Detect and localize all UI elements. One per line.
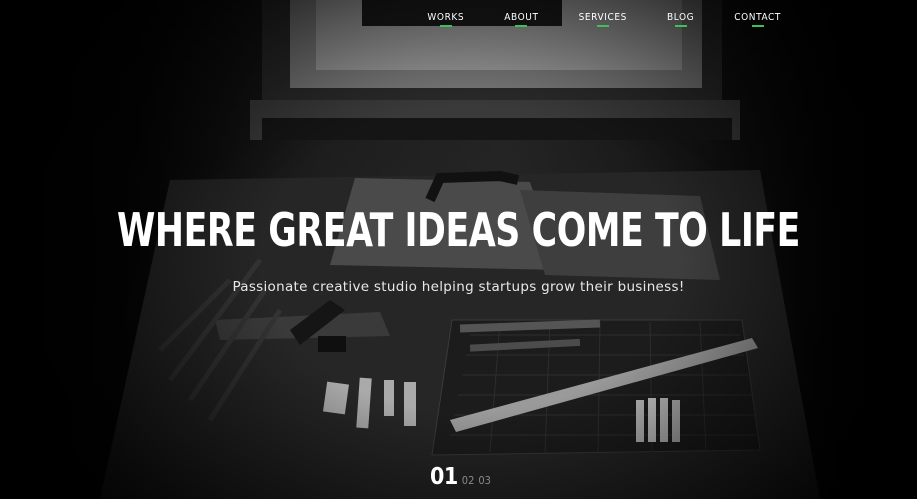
pager-current-slide[interactable]: 01 [430,464,458,490]
main-nav: WORKS ABOUT SERVICES BLOG CONTACT [427,10,781,27]
nav-item-contact[interactable]: CONTACT [734,10,781,27]
hero-section: WORKS ABOUT SERVICES BLOG CONTACT WHERE … [0,0,917,499]
nav-item-blog[interactable]: BLOG [667,10,694,27]
hero-title: WHERE GREAT IDEAS COME TO LIFE [116,203,801,257]
hero-subtitle: Passionate creative studio helping start… [232,279,685,295]
nav-item-services[interactable]: SERVICES [579,10,627,27]
nav-item-about[interactable]: ABOUT [504,10,538,27]
nav-item-works[interactable]: WORKS [427,10,464,27]
pager-slide-2[interactable]: 02 [462,474,475,487]
slide-pager: 01 02 03 [430,464,491,490]
pager-slide-3[interactable]: 03 [478,474,491,487]
